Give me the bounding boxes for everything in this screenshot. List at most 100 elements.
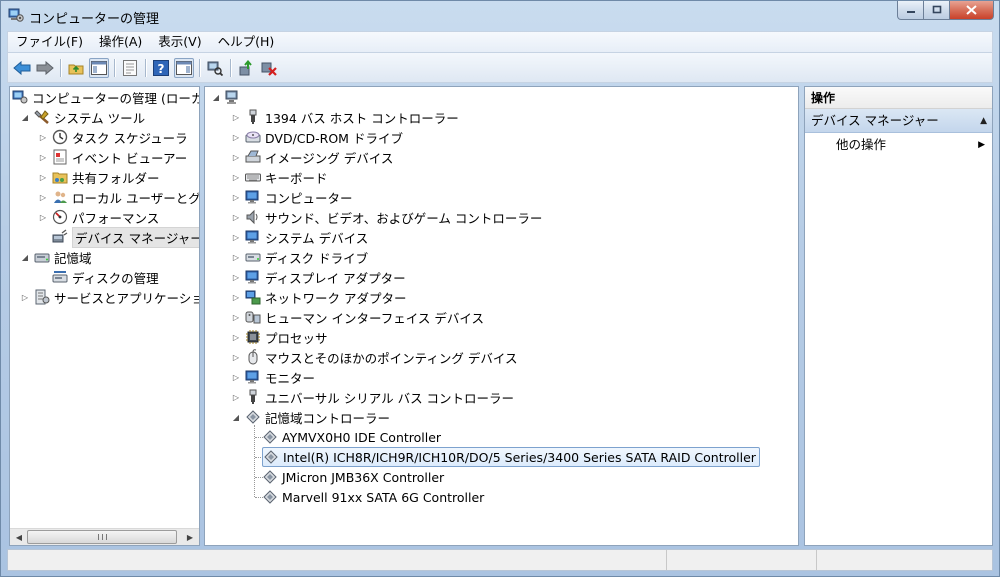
- collapse-toggle-icon[interactable]: ▷: [38, 172, 48, 182]
- monitor-icon: [245, 370, 259, 384]
- device-category[interactable]: ▷ キーボード: [231, 167, 328, 187]
- uninstall-icon: [261, 62, 277, 76]
- storage-controller-item[interactable]: AYMVX0H0 IDE Controller: [262, 427, 441, 447]
- dvd-drive-icon: [245, 131, 261, 143]
- device-category[interactable]: ▷ マウスとそのほかのポインティング デバイス: [231, 347, 517, 367]
- collapse-toggle-icon[interactable]: ▷: [231, 172, 241, 182]
- forward-arrow-icon: [36, 61, 54, 75]
- storage-controller-label: AYMVX0H0 IDE Controller: [282, 429, 442, 445]
- network-icon: [245, 290, 261, 305]
- horizontal-scrollbar[interactable]: ◀ ▶: [10, 528, 199, 545]
- storage-controller-item[interactable]: JMicron JMB36X Controller: [262, 467, 444, 487]
- storage-controller-label: Intel(R) ICH8R/ICH9R/ICH10R/DO/5 Series/…: [283, 449, 756, 465]
- menu-file[interactable]: ファイル(F): [8, 32, 91, 52]
- collapse-toggle-icon[interactable]: ▷: [231, 332, 241, 342]
- collapse-toggle-icon[interactable]: ▷: [231, 232, 241, 242]
- collapse-toggle-icon[interactable]: ▷: [38, 212, 48, 222]
- scroll-right-arrow-icon[interactable]: ▶: [182, 530, 198, 544]
- collapse-toggle-icon[interactable]: ▷: [231, 352, 241, 362]
- menu-action[interactable]: 操作(A): [91, 32, 150, 52]
- collapse-toggle-icon[interactable]: ▷: [231, 292, 241, 302]
- tree-item[interactable]: ▷ イベント ビューアー: [38, 147, 187, 167]
- show-action-pane-button[interactable]: [174, 58, 194, 78]
- uninstall-device-button[interactable]: [259, 58, 279, 78]
- back-button[interactable]: [12, 58, 32, 78]
- device-category[interactable]: ▷ ネットワーク アダプター: [231, 287, 406, 307]
- tree-item[interactable]: ▷ サービスとアプリケーショ: [20, 287, 199, 307]
- console-tree-pane[interactable]: コンピューターの管理 (ローカ ◢ システム ツール ▷ タスク スケジューラ ▷ イベント…: [9, 86, 200, 546]
- device-category[interactable]: ▷ サウンド、ビデオ、およびゲーム コントローラー: [231, 207, 542, 227]
- scroll-left-arrow-icon[interactable]: ◀: [11, 530, 27, 544]
- close-button[interactable]: [950, 1, 994, 20]
- collapse-toggle-icon[interactable]: ▷: [38, 152, 48, 162]
- maximize-button[interactable]: [924, 1, 950, 20]
- expand-toggle-icon[interactable]: ◢: [211, 92, 221, 102]
- tree-item[interactable]: コンピューターの管理 (ローカ: [12, 87, 200, 107]
- actions-section-device-manager[interactable]: デバイス マネージャー ▲: [805, 109, 992, 133]
- scrollbar-thumb[interactable]: [27, 530, 177, 544]
- device-manager-pane[interactable]: ◢ ▷ 1394 バス ホスト コントローラー ▷ DVD/CD-ROM ドライブ ▷ イメ…: [204, 86, 799, 546]
- up-folder-button[interactable]: [66, 58, 86, 78]
- collapse-toggle-icon[interactable]: ▷: [231, 312, 241, 322]
- tree-item[interactable]: ▷ タスク スケジューラ: [38, 127, 188, 147]
- device-category[interactable]: ▷ ユニバーサル シリアル バス コントローラー: [231, 387, 514, 407]
- collapse-toggle-icon[interactable]: ▷: [231, 192, 241, 202]
- storage-controller-item[interactable]: Intel(R) ICH8R/ICH9R/ICH10R/DO/5 Series/…: [262, 447, 760, 467]
- scan-hardware-button[interactable]: [205, 58, 225, 78]
- usb-plug-icon: [249, 389, 257, 404]
- collapse-toggle-icon[interactable]: ▷: [231, 112, 241, 122]
- more-actions-item[interactable]: 他の操作 ▶: [805, 134, 992, 156]
- show-hide-tree-button[interactable]: [89, 58, 109, 78]
- collapse-toggle-icon[interactable]: ▷: [38, 192, 48, 202]
- status-bar: [7, 549, 993, 571]
- device-category[interactable]: ▷ イメージング デバイス: [231, 147, 393, 167]
- tree-item-label: パフォーマンス: [72, 210, 160, 226]
- menu-help[interactable]: ヘルプ(H): [210, 32, 283, 52]
- update-driver-button[interactable]: [236, 58, 256, 78]
- storage-controller-icon: [246, 410, 260, 424]
- tree-item[interactable]: デバイス マネージャー: [38, 226, 199, 248]
- device-category[interactable]: ▷ DVD/CD-ROM ドライブ: [231, 127, 403, 147]
- device-category[interactable]: ◢ 記憶域コントローラー: [231, 407, 390, 427]
- title-bar[interactable]: コンピューターの管理: [1, 1, 999, 31]
- collapse-toggle-icon[interactable]: ▷: [38, 132, 48, 142]
- device-category[interactable]: ▷ モニター: [231, 367, 315, 387]
- expand-toggle-icon[interactable]: ◢: [231, 412, 241, 422]
- tree-item[interactable]: ◢ 記憶域: [20, 247, 92, 267]
- collapse-toggle-icon[interactable]: ▷: [231, 152, 241, 162]
- device-category-label: ユニバーサル シリアル バス コントローラー: [265, 390, 515, 406]
- tree-item[interactable]: ▷ ローカル ユーザーとグ: [38, 187, 199, 207]
- tree-item[interactable]: ◢ システム ツール: [20, 107, 145, 127]
- collapse-toggle-icon[interactable]: ▷: [20, 292, 30, 302]
- menu-view[interactable]: 表示(V): [150, 32, 209, 52]
- device-category[interactable]: ▷ コンピューター: [231, 187, 353, 207]
- collapse-toggle-icon[interactable]: ▷: [231, 132, 241, 142]
- device-tree-root[interactable]: ◢: [211, 87, 245, 107]
- device-category[interactable]: ▷ ヒューマン インターフェイス デバイス: [231, 307, 484, 327]
- device-category[interactable]: ▷ システム デバイス: [231, 227, 368, 247]
- device-category[interactable]: ▷ ディスプレイ アダプター: [231, 267, 406, 287]
- collapse-toggle-icon[interactable]: ▷: [231, 272, 241, 282]
- storage-controller-item[interactable]: Marvell 91xx SATA 6G Controller: [262, 487, 484, 507]
- collapse-toggle-icon[interactable]: ▷: [231, 252, 241, 262]
- device-category[interactable]: ▷ 1394 バス ホスト コントローラー: [231, 107, 459, 127]
- minimize-button[interactable]: [897, 1, 924, 20]
- expand-toggle-icon[interactable]: ◢: [20, 112, 30, 122]
- collapse-toggle-icon[interactable]: ▷: [231, 212, 241, 222]
- collapse-up-icon[interactable]: ▲: [980, 109, 987, 133]
- collapse-toggle-icon[interactable]: ▷: [231, 372, 241, 382]
- tree-item[interactable]: ▷ 共有フォルダー: [38, 167, 160, 187]
- up-folder-icon: [68, 64, 84, 75]
- tree-item-label: コンピューターの管理 (ローカ: [32, 90, 200, 106]
- help-button[interactable]: ?: [151, 58, 171, 78]
- forward-button[interactable]: [35, 58, 55, 78]
- expand-toggle-icon[interactable]: ◢: [20, 252, 30, 262]
- tree-item[interactable]: ▷ パフォーマンス: [38, 207, 159, 227]
- device-category-label: 記憶域コントローラー: [265, 410, 391, 426]
- properties-button[interactable]: [120, 58, 140, 78]
- tree-item[interactable]: ディスクの管理: [38, 267, 159, 287]
- tree-item-label: システム ツール: [54, 110, 146, 126]
- collapse-toggle-icon[interactable]: ▷: [231, 392, 241, 402]
- device-category[interactable]: ▷ プロセッサ: [231, 327, 328, 347]
- device-category[interactable]: ▷ ディスク ドライブ: [231, 247, 368, 267]
